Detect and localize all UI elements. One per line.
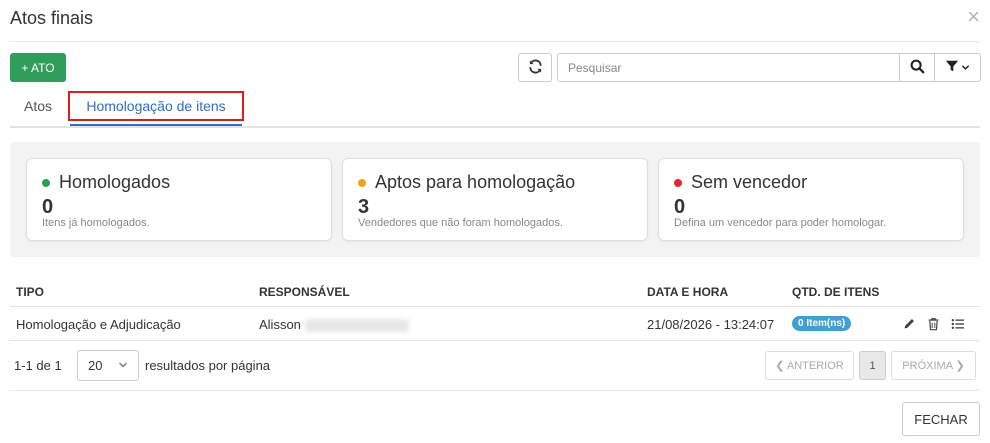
chevron-down-icon [118,358,128,373]
per-page-value: 20 [88,358,103,373]
active-tab-indicator [70,124,242,126]
per-page-select[interactable]: 20 [77,350,139,381]
card-sem-vencedor: Sem vencedor 0 Defina um vencedor para p… [658,158,964,241]
pagination: 1-1 de 1 20 resultados por página ❮ ANTE… [10,349,980,383]
card-description: Defina um vencedor para poder homologar. [674,217,887,229]
cell-data-hora: 21/08/2026 - 13:24:07 [647,317,775,332]
card-title-text: Sem vencedor [691,172,808,192]
card-title: Aptos para homologação [358,172,575,193]
card-description: Itens já homologados. [42,217,150,229]
table-row: Homologação e Adjudicação Alisson 21/08/… [10,307,980,341]
filter-button[interactable] [934,54,980,81]
previous-page-button[interactable]: ❮ ANTERIOR [765,351,854,380]
modal-title: Atos finais [10,8,94,28]
card-homologados: Homologados 0 Itens já homologados. [26,158,332,241]
filter-icon [945,59,959,76]
card-title: Sem vencedor [674,172,807,193]
row-actions [902,316,965,331]
card-title: Homologados [42,172,170,193]
pencil-icon[interactable] [902,316,917,331]
tab-bar: Atos Homologação de itens [10,90,980,128]
card-count: 3 [358,196,370,218]
refresh-button[interactable] [518,53,552,82]
redacted-text [304,319,409,333]
status-dot-red [674,178,682,187]
cell-responsavel: Alisson [259,317,409,333]
refresh-icon [528,58,543,77]
col-tipo: TIPO [16,285,45,299]
cell-tipo: Homologação e Adjudicação [16,317,181,332]
per-page-label: resultados por página [145,358,271,373]
search-group [557,53,981,82]
next-page-button[interactable]: PRÓXIMA ❯ [891,351,976,380]
pagination-range: 1-1 de 1 [14,358,62,373]
close-icon[interactable]: × [967,6,980,28]
modal-atos-finais: Atos finais × + ATO Pesquisar Atos Homol… [0,0,990,443]
card-count: 0 [674,196,686,218]
search-icon [910,59,925,77]
card-description: Vendedores que não foram homologados. [358,217,563,229]
list-icon[interactable] [950,316,965,331]
page-1-button[interactable]: 1 [859,351,886,380]
status-dot-green [42,178,50,187]
responsavel-name: Alisson [259,317,301,332]
col-responsavel: RESPONSÁVEL [259,285,350,299]
summary-panel: Homologados 0 Itens já homologados. Apto… [10,142,980,257]
card-count: 0 [42,196,54,218]
card-aptos: Aptos para homologação 3 Vendedores que … [342,158,648,241]
modal-header: Atos finais × [10,0,980,42]
status-dot-orange [358,178,366,187]
card-title-text: Homologados [59,172,171,192]
atos-table: TIPO RESPONSÁVEL DATA E HORA QTD. DE ITE… [10,280,980,341]
search-input[interactable] [558,54,899,81]
fechar-button[interactable]: FECHAR [902,402,980,436]
table-header: TIPO RESPONSÁVEL DATA E HORA QTD. DE ITE… [10,280,980,307]
col-qtd-itens: QTD. DE ITENS [792,285,880,299]
qtd-itens-badge: 0 Item(ns) [792,316,852,331]
search-button[interactable] [899,54,934,81]
footer-divider [10,390,980,391]
chevron-down-icon [961,60,970,75]
add-ato-button[interactable]: + ATO [10,53,66,82]
tab-homologacao-de-itens[interactable]: Homologação de itens [68,91,244,121]
trash-icon[interactable] [926,316,941,331]
col-data-hora: DATA E HORA [647,285,729,299]
tab-atos[interactable]: Atos [24,98,52,114]
card-title-text: Aptos para homologação [375,172,576,192]
